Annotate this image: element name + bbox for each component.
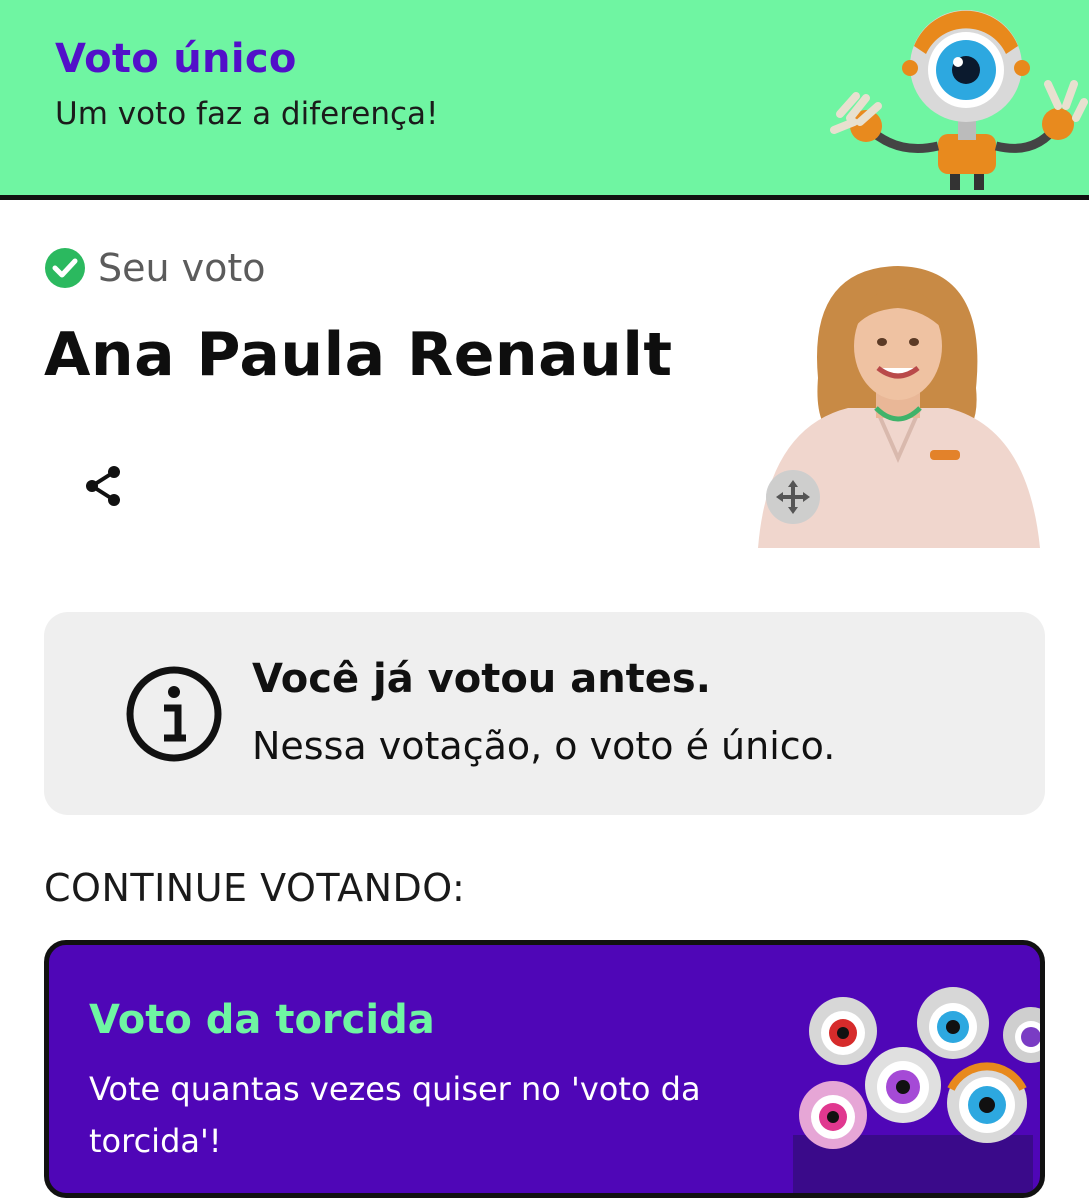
fan-vote-description: Vote quantas vezes quiser no 'voto da to… [89,1070,701,1160]
already-voted-notice: Você já votou antes. Nessa votação, o vo… [44,612,1045,815]
fan-vote-card[interactable]: Voto da torcida Vote quantas vezes quise… [44,940,1045,1198]
eye-mascot-icon [830,10,1088,190]
fan-vote-title: Voto da torcida [89,997,435,1043]
notice-title: Você já votou antes. [252,656,711,702]
header-title: Voto único [55,36,297,82]
share-icon[interactable] [78,460,130,512]
header-subtitle: Um voto faz a diferença! [55,96,439,132]
continue-voting-heading: CONTINUE VOTANDO: [44,866,466,910]
candidate-name: Ana Paula Renault [44,320,673,390]
check-circle-icon [45,248,85,288]
notice-text: Nessa votação, o voto é único. [252,724,836,768]
move-arrows-icon[interactable] [766,470,820,524]
vote-status: Seu voto [44,246,266,290]
header-banner: Voto único Um voto faz a diferença! [0,0,1089,200]
eye-mascots-crowd-icon [793,987,1040,1193]
info-icon [126,666,222,762]
vote-status-label: Seu voto [98,246,266,290]
